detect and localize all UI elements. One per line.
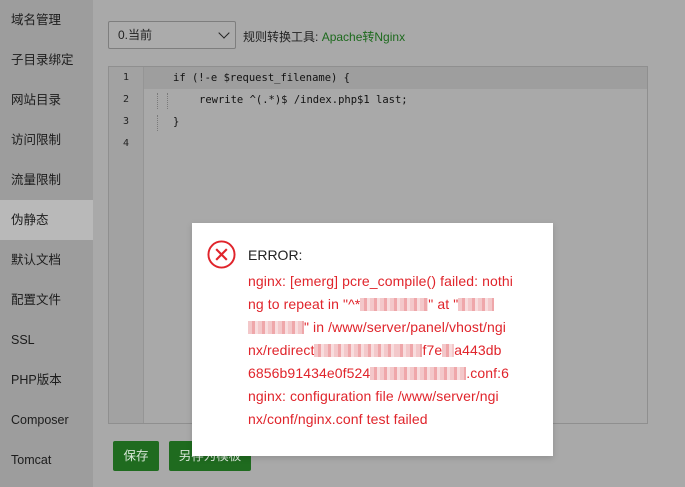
sidebar-item-domain[interactable]: 域名管理 — [0, 0, 93, 40]
line-number: 4 — [122, 138, 130, 149]
indent-guide — [157, 93, 158, 109]
line-number: 3 — [122, 116, 130, 127]
chevron-down-icon — [218, 27, 230, 39]
sidebar: 域名管理 子目录绑定 网站目录 访问限制 流量限制 伪静态 默认文档 配置文件 … — [0, 0, 93, 487]
redacted-text — [360, 298, 429, 311]
error-icon — [207, 240, 236, 269]
apache-to-nginx-link[interactable]: Apache转Nginx — [322, 30, 405, 44]
redacted-text — [442, 344, 455, 357]
redacted-text — [248, 321, 304, 334]
error-line: ng to repeat in "^* " at " — [248, 296, 495, 312]
error-text: nx/redirect — [248, 342, 315, 358]
save-button[interactable]: 保存 — [113, 441, 159, 471]
sidebar-item-traffic-limit[interactable]: 流量限制 — [0, 160, 93, 200]
rule-template-select[interactable]: 0.当前 — [108, 21, 236, 49]
sidebar-item-rewrite[interactable]: 伪静态 — [0, 200, 93, 240]
sidebar-item-site-directory[interactable]: 网站目录 — [0, 80, 93, 120]
indent-guide — [167, 93, 168, 109]
redacted-text — [458, 298, 495, 311]
sidebar-item-default-doc[interactable]: 默认文档 — [0, 240, 93, 280]
error-text: ng to repeat in "^* — [248, 296, 361, 312]
sidebar-item-config-file[interactable]: 配置文件 — [0, 280, 93, 320]
sidebar-item-subdirectory[interactable]: 子目录绑定 — [0, 40, 93, 80]
error-text: " in /www/server/panel/vhost/ngi — [304, 319, 506, 335]
line-number: 2 — [122, 94, 130, 105]
error-text: .conf:6 — [466, 365, 510, 381]
sidebar-item-tomcat[interactable]: Tomcat — [0, 440, 93, 480]
error-text: f7e — [422, 342, 443, 358]
sidebar-item-access-limit[interactable]: 访问限制 — [0, 120, 93, 160]
convert-tool-label: 规则转换工具: — [243, 30, 319, 44]
error-text: 6856b91434e0f524 — [248, 365, 371, 381]
redacted-text — [370, 367, 467, 380]
rule-template-value: 0.当前 — [118, 28, 153, 42]
code-line: if (!-e $request_filename) { — [173, 72, 351, 84]
error-title: ERROR: — [248, 247, 303, 263]
sidebar-item-ssl[interactable]: SSL — [0, 320, 93, 360]
line-number: 1 — [122, 72, 130, 83]
code-line: } — [173, 116, 180, 128]
indent-guide — [157, 115, 158, 131]
error-line: nx/conf/nginx.conf test failed — [248, 411, 428, 427]
redacted-text — [396, 344, 423, 357]
error-line: nginx: [emerg] pcre_compile() failed: no… — [248, 273, 513, 289]
code-line: rewrite ^(.*)$ /index.php$1 last; — [199, 94, 408, 106]
error-dialog: ERROR: nginx: [emerg] pcre_compile() fai… — [192, 223, 553, 456]
error-line: 6856b91434e0f524 .conf:6 — [248, 365, 509, 381]
redacted-text — [314, 344, 397, 357]
error-text: " at " — [428, 296, 459, 312]
sidebar-item-php-version[interactable]: PHP版本 — [0, 360, 93, 400]
error-line: " in /www/server/panel/vhost/ngi — [248, 319, 506, 335]
error-line: nx/redirect f7e a443db — [248, 342, 502, 358]
convert-tool: 规则转换工具: Apache转Nginx — [243, 28, 405, 45]
sidebar-item-composer[interactable]: Composer — [0, 400, 93, 440]
error-line: nginx: configuration file /www/server/ng… — [248, 388, 499, 404]
error-text: a443db — [454, 342, 502, 358]
